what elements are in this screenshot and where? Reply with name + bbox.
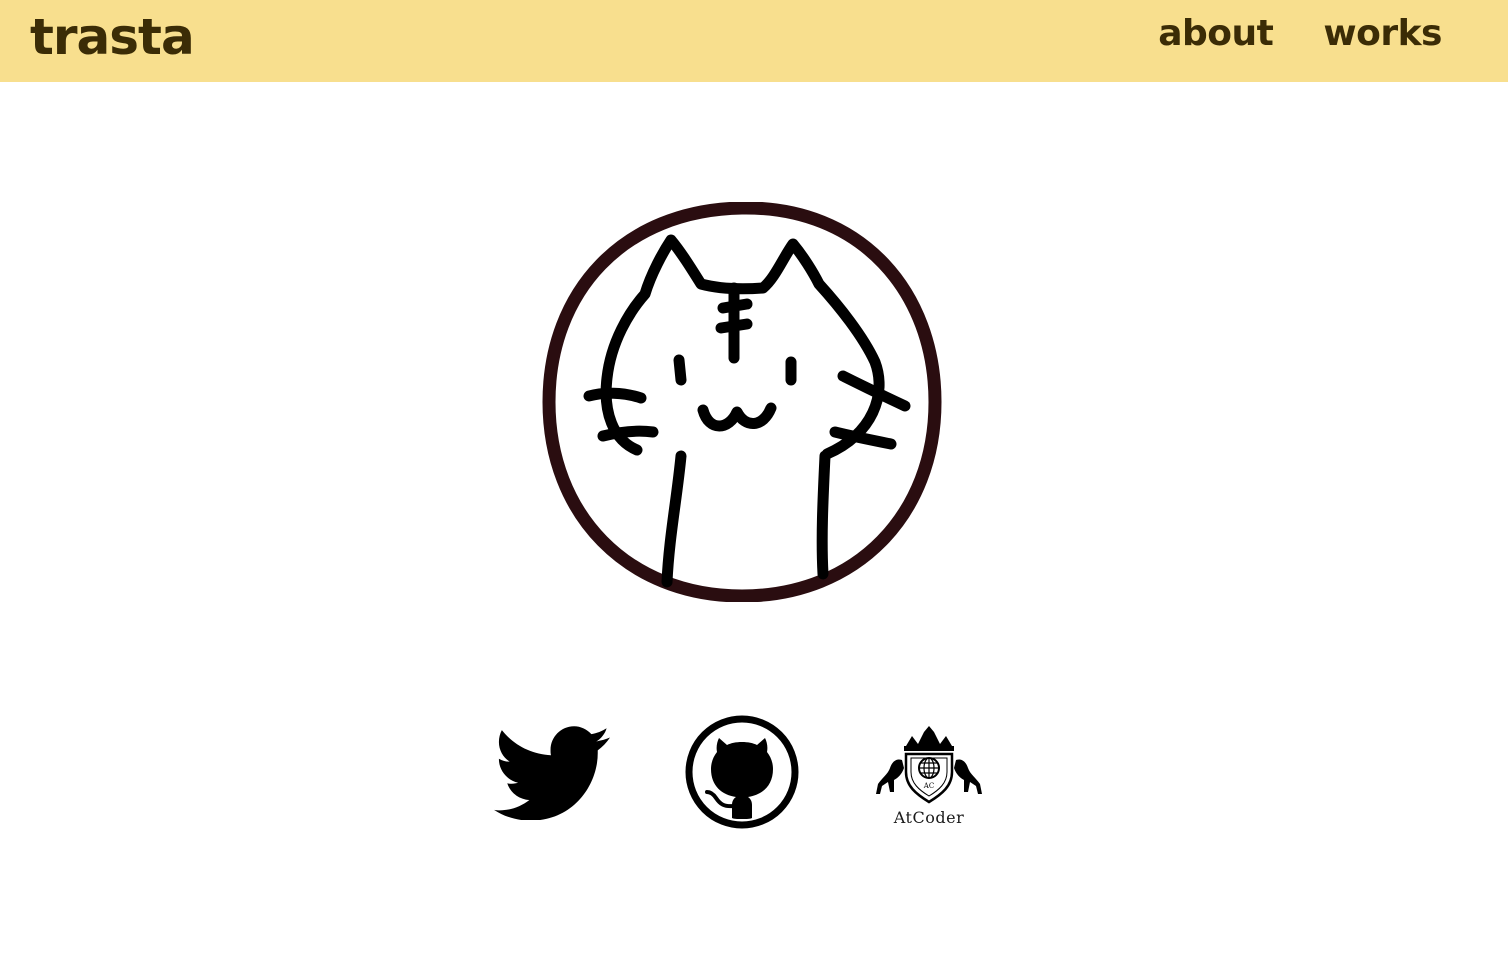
main-nav: about works <box>1158 6 1442 62</box>
atcoder-label: AtCoder <box>893 808 965 827</box>
github-octocat-icon <box>685 715 799 829</box>
site-header: trasta about works <box>0 0 1508 82</box>
site-logo-link[interactable]: trasta <box>30 2 195 72</box>
avatar <box>541 201 943 603</box>
github-link[interactable] <box>684 714 800 830</box>
atcoder-link[interactable]: AC AtCoder <box>868 720 990 830</box>
twitter-link[interactable] <box>494 720 612 821</box>
twitter-bird-icon <box>494 726 611 821</box>
social-links: AC AtCoder <box>0 712 1508 832</box>
svg-text:AC: AC <box>923 782 934 790</box>
nav-link-works[interactable]: works <box>1323 6 1442 62</box>
cat-drawing-avatar-icon <box>542 201 942 603</box>
atcoder-crest-icon: AC <box>876 726 982 804</box>
nav-link-about[interactable]: about <box>1158 6 1274 62</box>
